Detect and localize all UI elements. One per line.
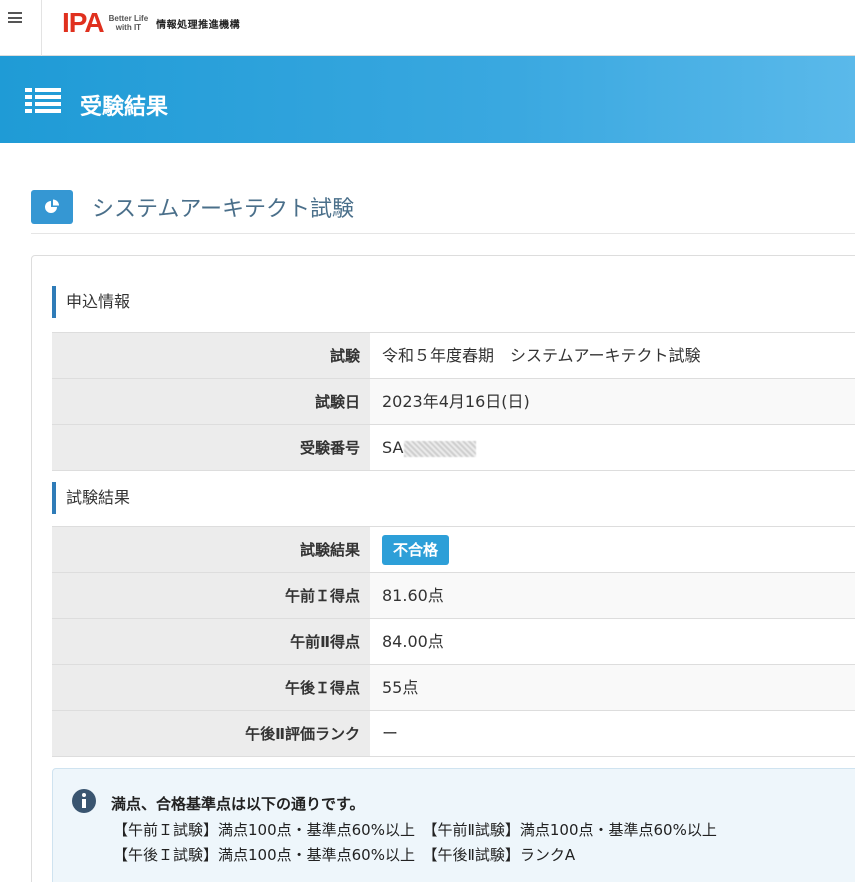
redacted-number (404, 440, 477, 457)
application-table: 試験 令和５年度春期 システムアーキテクト試験 試験日 2023年4月16日(日… (52, 332, 855, 471)
hamburger-icon (8, 12, 22, 23)
exam-title: システムアーキテクト試験 (92, 197, 355, 222)
table-row: 試験日 2023年4月16日(日) (52, 379, 855, 425)
logo-org-name: 情報処理推進機構 (156, 19, 241, 31)
logo-ipa-text: IPA (62, 7, 105, 38)
row-label: 試験結果 (52, 527, 370, 572)
application-section-heading: 申込情報 (52, 286, 130, 318)
row-value: 令和５年度春期 システムアーキテクト試験 (382, 346, 701, 365)
logo-tagline: Better Life with IT (108, 14, 149, 32)
note-line: 【午前Ｉ試験】満点100点・基準点60%以上 【午前Ⅱ試験】満点100点・基準点… (113, 821, 717, 839)
result-section-heading: 試験結果 (52, 482, 130, 514)
table-row: 午後Ⅱ評価ランク ー (52, 711, 855, 757)
row-label: 試験日 (52, 379, 370, 424)
page-header-band: 受験結果 (0, 56, 855, 143)
row-label: 試験 (52, 333, 370, 378)
note-line: 【午後Ｉ試験】満点100点・基準点60%以上 【午後Ⅱ試験】ランクA (113, 846, 576, 864)
row-value: 不合格 (370, 527, 855, 572)
result-table: 試験結果 不合格 午前Ｉ得点 81.60点 午前Ⅱ得点 84.00点 午後Ｉ得点… (52, 526, 855, 757)
row-value: 2023年4月16日(日) (370, 379, 855, 424)
row-label: 午前Ｉ得点 (52, 573, 370, 618)
table-row: 午前Ⅱ得点 84.00点 (52, 619, 855, 665)
info-icon (72, 789, 96, 813)
list-icon (25, 86, 61, 114)
info-note: 満点、合格基準点は以下の通りです。 【午前Ｉ試験】満点100点・基準点60%以上… (52, 768, 855, 882)
table-row: 午前Ｉ得点 81.60点 (52, 573, 855, 619)
row-label: 受験番号 (52, 425, 370, 470)
result-panel: 申込情報 試験 令和５年度春期 システムアーキテクト試験 試験日 2023年4月… (31, 255, 855, 882)
top-navbar: IPA Better Life with IT 情報処理推進機構 (0, 0, 855, 56)
row-label: 午後Ｉ得点 (52, 665, 370, 710)
row-value: SA (370, 425, 855, 470)
row-label: 午後Ⅱ評価ランク (52, 711, 370, 756)
row-label: 午前Ⅱ得点 (52, 619, 370, 664)
ipa-logo[interactable]: IPA Better Life with IT 情報処理推進機構 (62, 8, 240, 38)
exam-header: システムアーキテクト試験 (31, 187, 855, 234)
status-badge: 不合格 (382, 535, 450, 565)
row-value: 84.00点 (382, 632, 444, 651)
table-row: 午後Ｉ得点 55点 (52, 665, 855, 711)
table-row: 受験番号 SA (52, 425, 855, 471)
table-row: 試験結果 不合格 (52, 527, 855, 573)
exam-number-prefix: SA (382, 438, 404, 457)
main-content: システムアーキテクト試験 申込情報 試験 令和５年度春期 システムアーキテクト試… (0, 143, 855, 882)
row-value: ー (382, 724, 399, 743)
table-row: 試験 令和５年度春期 システムアーキテクト試験 (52, 333, 855, 379)
page-title: 受験結果 (80, 95, 169, 120)
row-value: 55点 (370, 665, 855, 710)
row-value: 81.60点 (370, 573, 855, 618)
note-title: 満点、合格基準点は以下の通りです。 (111, 795, 365, 813)
pie-chart-icon (31, 190, 73, 224)
menu-toggle-button[interactable] (0, 0, 42, 56)
